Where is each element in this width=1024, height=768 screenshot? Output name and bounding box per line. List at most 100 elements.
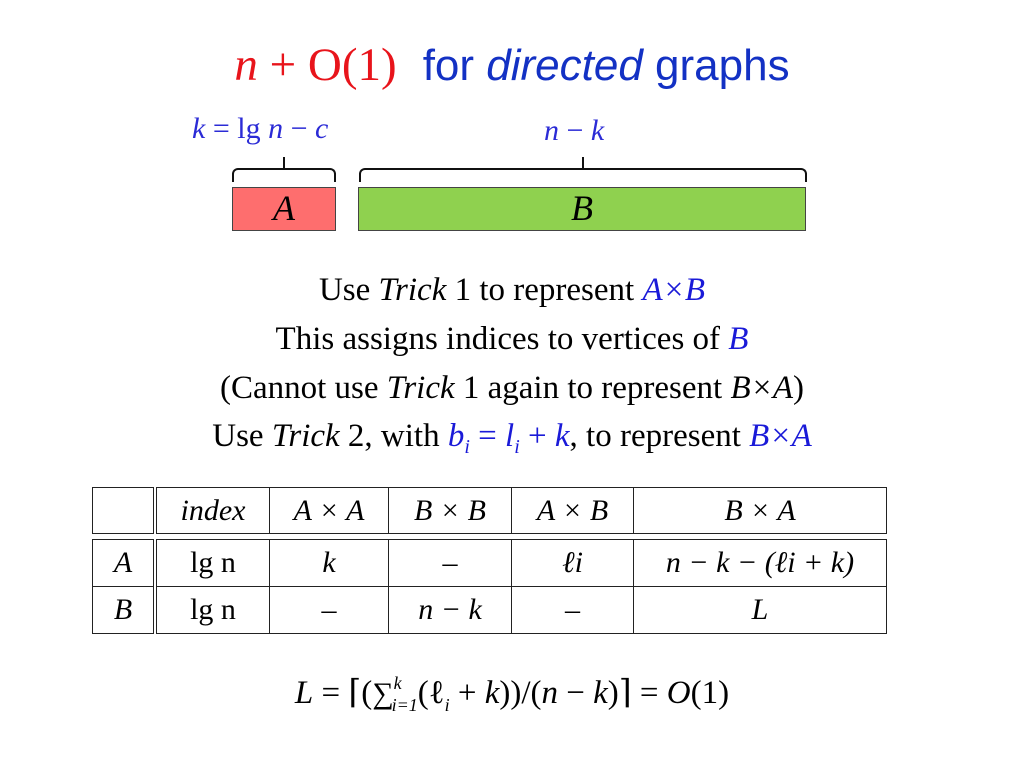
text: , to represent — [569, 418, 750, 454]
var-k: k — [554, 418, 570, 454]
header-cell — [92, 487, 157, 534]
cell-text: ℓi — [562, 546, 583, 579]
table-cell: n − k — [388, 586, 512, 634]
text: Use — [318, 272, 379, 308]
text: 1 again to represent — [454, 370, 731, 406]
line-4: Use Trick 2, with bi = li + k, to repres… — [0, 418, 1024, 459]
line-3: (Cannot use Trick 1 again to represent B… — [0, 370, 1024, 407]
one: (1) — [690, 675, 730, 711]
table-row: B lg n – n − k – L — [92, 586, 887, 634]
var-l: l — [505, 418, 515, 454]
table-cell: L — [633, 586, 887, 634]
div: ))/( — [499, 675, 542, 711]
segment-a: A — [232, 187, 336, 231]
var-k: k — [484, 675, 500, 711]
minus: − — [558, 675, 594, 711]
label-n-minus-k: n − k — [544, 114, 604, 148]
header-cell: A × A — [269, 487, 389, 534]
header-BxA: B × A — [724, 493, 796, 527]
title-o1: + O(1) — [257, 39, 397, 91]
cell-text: B — [113, 593, 133, 626]
sum-upper: k — [393, 673, 402, 693]
var-n: n — [541, 675, 559, 711]
segment-b: B — [358, 187, 806, 231]
eq-lg: = lg — [205, 112, 269, 145]
var-n: n — [544, 114, 559, 147]
line-2: This assigns indices to vertices of B — [0, 321, 1024, 358]
var-k: k — [593, 675, 608, 711]
big-O: O — [666, 675, 691, 711]
table-cell: k — [269, 539, 389, 587]
title-text: for directed graphs — [423, 41, 790, 90]
var-k: k — [590, 114, 605, 147]
header-index: index — [180, 493, 246, 527]
equals: = — [469, 418, 506, 454]
line-1: Use Trick 1 to represent A×B — [0, 272, 1024, 309]
row-label: A — [92, 539, 157, 587]
ell: (ℓ — [417, 675, 445, 711]
math-bi-formula: bi = li + k — [447, 418, 570, 458]
sum-symbol: ∑ — [372, 677, 394, 710]
label-k-equals: k = lg n − c — [192, 112, 328, 146]
trick-em: Trick — [271, 418, 340, 454]
trick-em: Trick — [386, 370, 455, 406]
table-cell: lg n — [154, 539, 270, 587]
brace-b — [359, 157, 807, 182]
math-B: B — [728, 321, 749, 357]
minus: − — [559, 114, 591, 147]
header-AxB: A × B — [536, 493, 609, 527]
table-cell: n − k − (ℓi + k) — [633, 539, 887, 587]
math-BxA: B×A — [749, 418, 812, 454]
text: Use — [212, 418, 272, 454]
table-cell: lg n — [154, 586, 270, 634]
header-cell: index — [154, 487, 270, 534]
text: 1 to represent — [446, 272, 643, 308]
cell-text: A — [113, 546, 133, 579]
brace-a — [232, 157, 336, 182]
header-cell: A × B — [511, 487, 634, 534]
title-for: for — [422, 41, 487, 90]
title-directed: directed — [486, 41, 643, 90]
plus: + — [449, 675, 485, 711]
cell-text: n − k — [418, 593, 482, 626]
var-b: b — [447, 418, 465, 454]
var-n: n — [268, 112, 284, 145]
plus: + — [519, 418, 555, 454]
var-c: c — [315, 112, 329, 145]
title-var-n: n — [234, 39, 258, 91]
row-label: B — [92, 586, 157, 634]
table-cell: – — [511, 586, 634, 634]
table-header-row: index A × A B × B A × B B × A — [92, 487, 887, 534]
minus: − — [283, 112, 316, 145]
cell-text: n − k − (ℓi + k) — [665, 546, 855, 579]
var-k: k — [192, 112, 206, 145]
title-formula: n + O(1) — [234, 39, 396, 91]
math-BxA: B×A — [730, 370, 794, 406]
sum-lower: i=1 — [391, 695, 418, 715]
close-eq: )⌉ = — [607, 675, 667, 711]
header-AxA: A × A — [293, 493, 365, 527]
slide-title: n + O(1) for directed graphs — [0, 38, 1024, 92]
complexity-table: index A × A B × B A × B B × A A lg n k –… — [92, 487, 887, 634]
brace-tip — [582, 157, 584, 169]
header-BxB: B × B — [414, 493, 486, 527]
text: (Cannot use — [219, 370, 387, 406]
title-graphs: graphs — [642, 41, 790, 90]
table-row: A lg n k – ℓi n − k − (ℓi + k) — [92, 539, 887, 587]
var-L: L — [294, 675, 314, 711]
cell-text: k — [322, 546, 336, 579]
header-cell: B × B — [388, 487, 512, 534]
table-cell: ℓi — [511, 539, 634, 587]
text: This assigns indices to vertices of — [275, 321, 729, 357]
header-cell: B × A — [633, 487, 887, 534]
table-cell: – — [269, 586, 389, 634]
text: 2, with — [339, 418, 448, 454]
trick-em: Trick — [378, 272, 447, 308]
table-cell: – — [388, 539, 512, 587]
L-formula: L = ⌈(∑ki=1(ℓi + k))/(n − k)⌉ = O(1) — [0, 672, 1024, 716]
brace-tip — [283, 157, 285, 169]
eq-ceil: = ⌈( — [313, 675, 373, 711]
math-AxB: A×B — [642, 272, 706, 308]
text: ) — [793, 370, 805, 406]
cell-text: L — [751, 593, 769, 626]
